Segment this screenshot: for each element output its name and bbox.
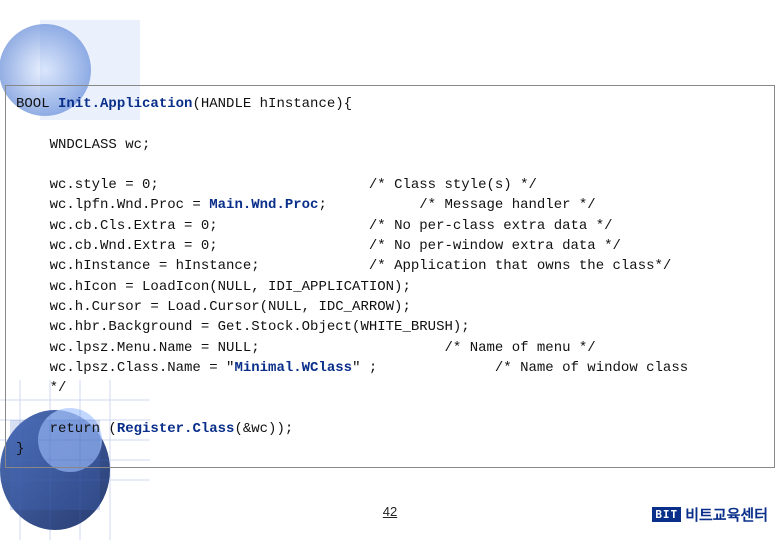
comment: /* Class style(s) */ — [369, 177, 537, 193]
comment: /* Application that owns the class*/ — [369, 258, 671, 274]
footer: 42 BIT 비트교육센터 — [0, 504, 780, 530]
brand-text: 비트교육센터 — [685, 504, 768, 525]
code-line: wc.hIcon = LoadIcon(NULL, IDI_APPLICATIO… — [16, 279, 411, 295]
return-a: return ( — [16, 421, 117, 437]
classname-sym: Minimal.WClass — [234, 360, 352, 376]
code-block: BOOL Init.Application(HANDLE hInstance){… — [5, 85, 775, 468]
code-line: wc.cb.Wnd.Extra = 0; — [16, 238, 369, 254]
code-line: ; — [318, 197, 419, 213]
code-line: wc.hInstance = hInstance; — [16, 258, 369, 274]
code-line: wc.lpfn.Wnd.Proc = — [16, 197, 209, 213]
code-line: " ; — [352, 360, 495, 376]
comment: /* Message handler */ — [419, 197, 595, 213]
code-line: wc.cb.Cls.Extra = 0; — [16, 218, 369, 234]
code-line: wc.h.Cursor = Load.Cursor(NULL, IDC_ARRO… — [16, 299, 411, 315]
code-line: wc.lpsz.Class.Name = " — [16, 360, 234, 376]
code-line: */ — [16, 380, 66, 396]
return-b: (&wc)); — [234, 421, 293, 437]
close-brace: } — [16, 441, 24, 457]
code-line: wc.lpsz.Menu.Name = NULL; — [16, 340, 444, 356]
register-fn: Register.Class — [117, 421, 235, 437]
comment: /* No per-class extra data */ — [369, 218, 613, 234]
brand-logo: BIT — [652, 507, 681, 522]
wndproc-sym: Main.Wnd.Proc — [209, 197, 318, 213]
comment: /* Name of window class — [495, 360, 688, 376]
fn-name: Init.Application — [58, 96, 192, 112]
var-decl: WNDCLASS wc; — [16, 137, 150, 153]
page-number: 42 — [383, 504, 397, 519]
fn-sig: (HANDLE hInstance){ — [192, 96, 352, 112]
code-line: wc.style = 0; — [16, 177, 369, 193]
code-line: wc.hbr.Background = Get.Stock.Object(WHI… — [16, 319, 470, 335]
ret-type: BOOL — [16, 96, 58, 112]
comment: /* Name of menu */ — [444, 340, 595, 356]
brand: BIT 비트교육센터 — [652, 504, 768, 525]
comment: /* No per-window extra data */ — [369, 238, 621, 254]
